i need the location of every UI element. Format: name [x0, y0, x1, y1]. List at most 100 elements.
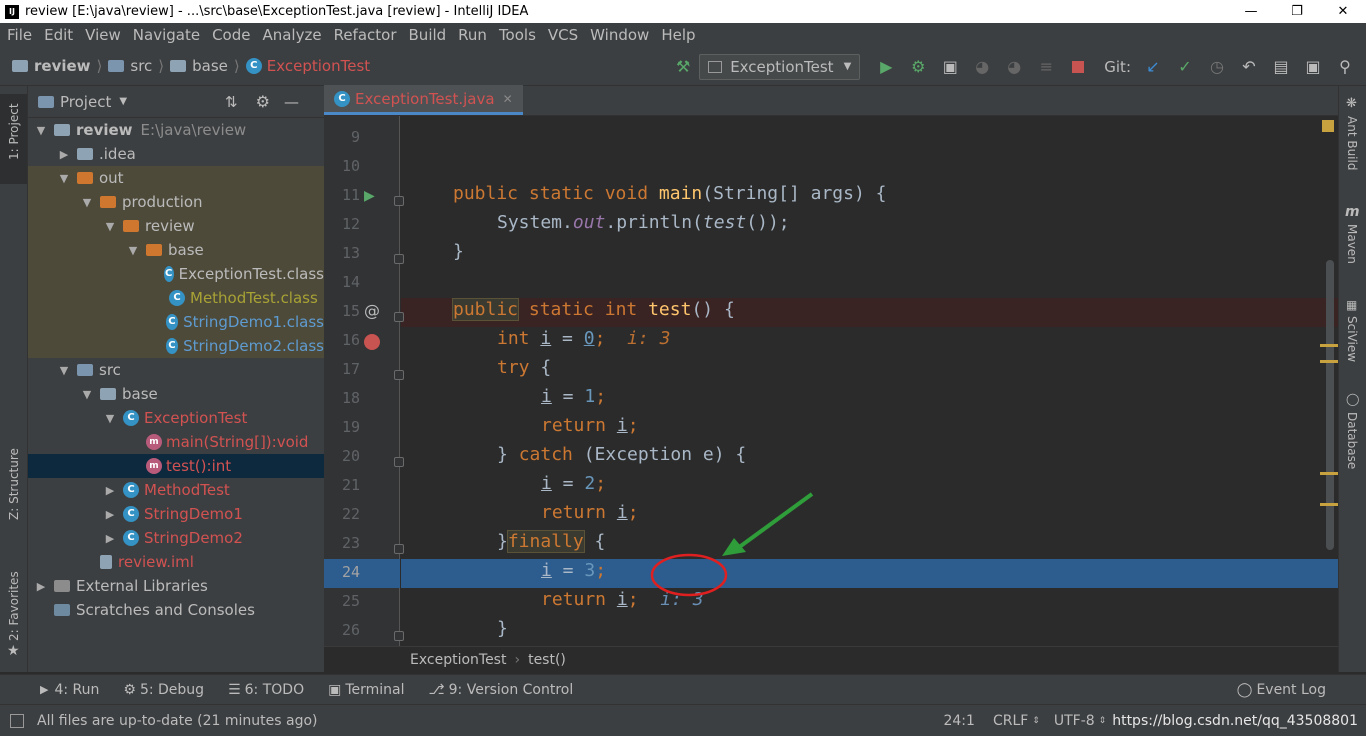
- menu-item-help[interactable]: Help: [661, 26, 695, 44]
- run-icon[interactable]: ▶: [875, 56, 897, 78]
- close-tab-icon[interactable]: ✕: [503, 92, 513, 106]
- line-number[interactable]: 23: [324, 534, 360, 552]
- tree-item[interactable]: review.iml: [28, 550, 324, 574]
- chevron-down-icon[interactable]: ▼: [80, 388, 94, 401]
- menu-item-navigate[interactable]: Navigate: [133, 26, 200, 44]
- line-number[interactable]: 19: [324, 418, 360, 436]
- line-number[interactable]: 25: [324, 592, 360, 610]
- debug-bug-icon[interactable]: ⚙: [123, 682, 136, 698]
- stop-icon[interactable]: [1067, 56, 1089, 78]
- ant-build-tool-tab[interactable]: Ant Build: [1345, 116, 1359, 170]
- menu-item-run[interactable]: Run: [458, 26, 487, 44]
- chevron-right-icon[interactable]: ▶: [103, 508, 117, 521]
- status-message[interactable]: All files are up-to-date (21 minutes ago…: [37, 713, 318, 729]
- code-line-14[interactable]: public static int test() {: [451, 298, 735, 321]
- nav-file[interactable]: ExceptionTest: [267, 57, 370, 75]
- event-log-tool-tab[interactable]: Event Log: [1256, 682, 1326, 698]
- line-number[interactable]: 18: [324, 389, 360, 407]
- chevron-down-icon[interactable]: ▼: [119, 96, 127, 107]
- ant-icon[interactable]: ❋: [1346, 96, 1357, 111]
- project-panel-title[interactable]: Project: [60, 93, 111, 111]
- tree-item[interactable]: ▶ C StringDemo1: [28, 502, 324, 526]
- tree-item[interactable]: C ExceptionTest.class: [28, 262, 324, 286]
- maven-icon[interactable]: m: [1345, 204, 1360, 220]
- menu-item-refactor[interactable]: Refactor: [334, 26, 397, 44]
- terminal-tool-tab[interactable]: Terminal: [345, 682, 404, 698]
- tree-item[interactable]: ▼ C ExceptionTest: [28, 406, 324, 430]
- chevron-down-icon[interactable]: ▼: [34, 124, 48, 137]
- analysis-status-icon[interactable]: [1322, 120, 1334, 132]
- rerun-icon[interactable]: ≡: [1035, 56, 1057, 78]
- close-icon[interactable]: ✕: [1320, 4, 1366, 19]
- line-number[interactable]: 16: [324, 331, 360, 349]
- database-icon[interactable]: ◯: [1346, 392, 1359, 406]
- tree-item[interactable]: ▼ review: [28, 214, 324, 238]
- menu-item-code[interactable]: Code: [212, 26, 250, 44]
- database-tool-tab[interactable]: Database: [1345, 412, 1359, 469]
- line-number[interactable]: 26: [324, 621, 360, 639]
- history-icon[interactable]: ◷: [1206, 56, 1228, 78]
- maximize-icon[interactable]: ❐: [1274, 4, 1320, 19]
- fold-marker-icon[interactable]: [394, 544, 404, 554]
- editor-tab-exceptiontest[interactable]: C ExceptionTest.java ✕: [324, 85, 523, 115]
- tree-item[interactable]: m test():int: [28, 454, 324, 478]
- version-control-tool-tab[interactable]: 9: Version Control: [449, 682, 574, 698]
- menu-item-edit[interactable]: Edit: [44, 26, 73, 44]
- hide-panel-icon[interactable]: —: [284, 93, 299, 111]
- tree-item[interactable]: ▶ .idea: [28, 142, 324, 166]
- coverage-icon[interactable]: ▣: [939, 56, 961, 78]
- line-number[interactable]: 24: [324, 563, 360, 581]
- fold-marker-icon[interactable]: [394, 312, 404, 322]
- chevron-down-icon[interactable]: ▼: [126, 244, 140, 257]
- code-line-23[interactable]: i = 3;: [541, 560, 606, 581]
- menu-item-view[interactable]: View: [85, 26, 121, 44]
- chevron-down-icon[interactable]: ▼: [103, 220, 117, 233]
- code-line-15[interactable]: int i = 0; i: 3: [497, 328, 670, 349]
- project-structure-icon[interactable]: ▤: [1270, 56, 1292, 78]
- code-line-16[interactable]: try {: [497, 357, 551, 378]
- breakpoint-icon[interactable]: [364, 334, 380, 350]
- code-line-20[interactable]: i = 2;: [541, 473, 606, 494]
- rollback-icon[interactable]: ↶: [1238, 56, 1260, 78]
- attach-icon[interactable]: ◕: [1003, 56, 1025, 78]
- menu-item-build[interactable]: Build: [409, 26, 447, 44]
- vcs-branch-icon[interactable]: ⎇: [429, 682, 445, 698]
- presentation-icon[interactable]: ▣: [1302, 56, 1324, 78]
- fold-marker-icon[interactable]: [394, 631, 404, 641]
- line-number[interactable]: 15: [324, 302, 360, 320]
- build-hammer-icon[interactable]: ⚒: [672, 56, 694, 78]
- gear-icon[interactable]: ⚙: [256, 92, 270, 111]
- menu-item-window[interactable]: Window: [590, 26, 649, 44]
- favorites-star-icon[interactable]: ★: [7, 643, 20, 659]
- nav-src[interactable]: src: [130, 57, 152, 75]
- status-panel-icon[interactable]: [10, 713, 24, 728]
- chevron-down-icon[interactable]: ▼: [80, 196, 94, 209]
- search-icon[interactable]: ⚲: [1334, 56, 1356, 78]
- chevron-right-icon[interactable]: ▶: [34, 580, 48, 593]
- tree-item[interactable]: Scratches and Consoles: [28, 598, 324, 622]
- line-number[interactable]: 13: [324, 244, 360, 262]
- line-number[interactable]: 12: [324, 215, 360, 233]
- run-tool-tab[interactable]: 4: Run: [54, 682, 99, 698]
- breadcrumb-method[interactable]: test(): [528, 652, 566, 668]
- line-number[interactable]: 21: [324, 476, 360, 494]
- menu-item-tools[interactable]: Tools: [499, 26, 536, 44]
- error-stripe-mark[interactable]: [1320, 472, 1338, 475]
- code-line-17[interactable]: i = 1;: [541, 386, 606, 407]
- profile-icon[interactable]: ◕: [971, 56, 993, 78]
- line-number[interactable]: 17: [324, 360, 360, 378]
- git-commit-icon[interactable]: ✓: [1174, 56, 1196, 78]
- chevron-right-icon[interactable]: ▶: [57, 148, 71, 161]
- debug-bug-icon[interactable]: ⚙: [907, 56, 929, 78]
- code-line-24[interactable]: return i; i: 3: [541, 589, 704, 610]
- breadcrumb-class[interactable]: ExceptionTest: [410, 652, 506, 668]
- code-line-18[interactable]: return i;: [541, 415, 639, 436]
- error-stripe-mark[interactable]: [1320, 503, 1338, 506]
- line-number[interactable]: 22: [324, 505, 360, 523]
- tree-item[interactable]: ▼ review E:\java\review: [28, 118, 324, 142]
- todo-tool-tab[interactable]: 6: TODO: [245, 682, 304, 698]
- code-line-25[interactable]: }: [497, 618, 508, 639]
- tree-item[interactable]: ▶ C StringDemo2: [28, 526, 324, 550]
- code-line-11[interactable]: System.out.println(test());: [497, 212, 790, 233]
- tree-item[interactable]: C StringDemo2.class: [28, 334, 324, 358]
